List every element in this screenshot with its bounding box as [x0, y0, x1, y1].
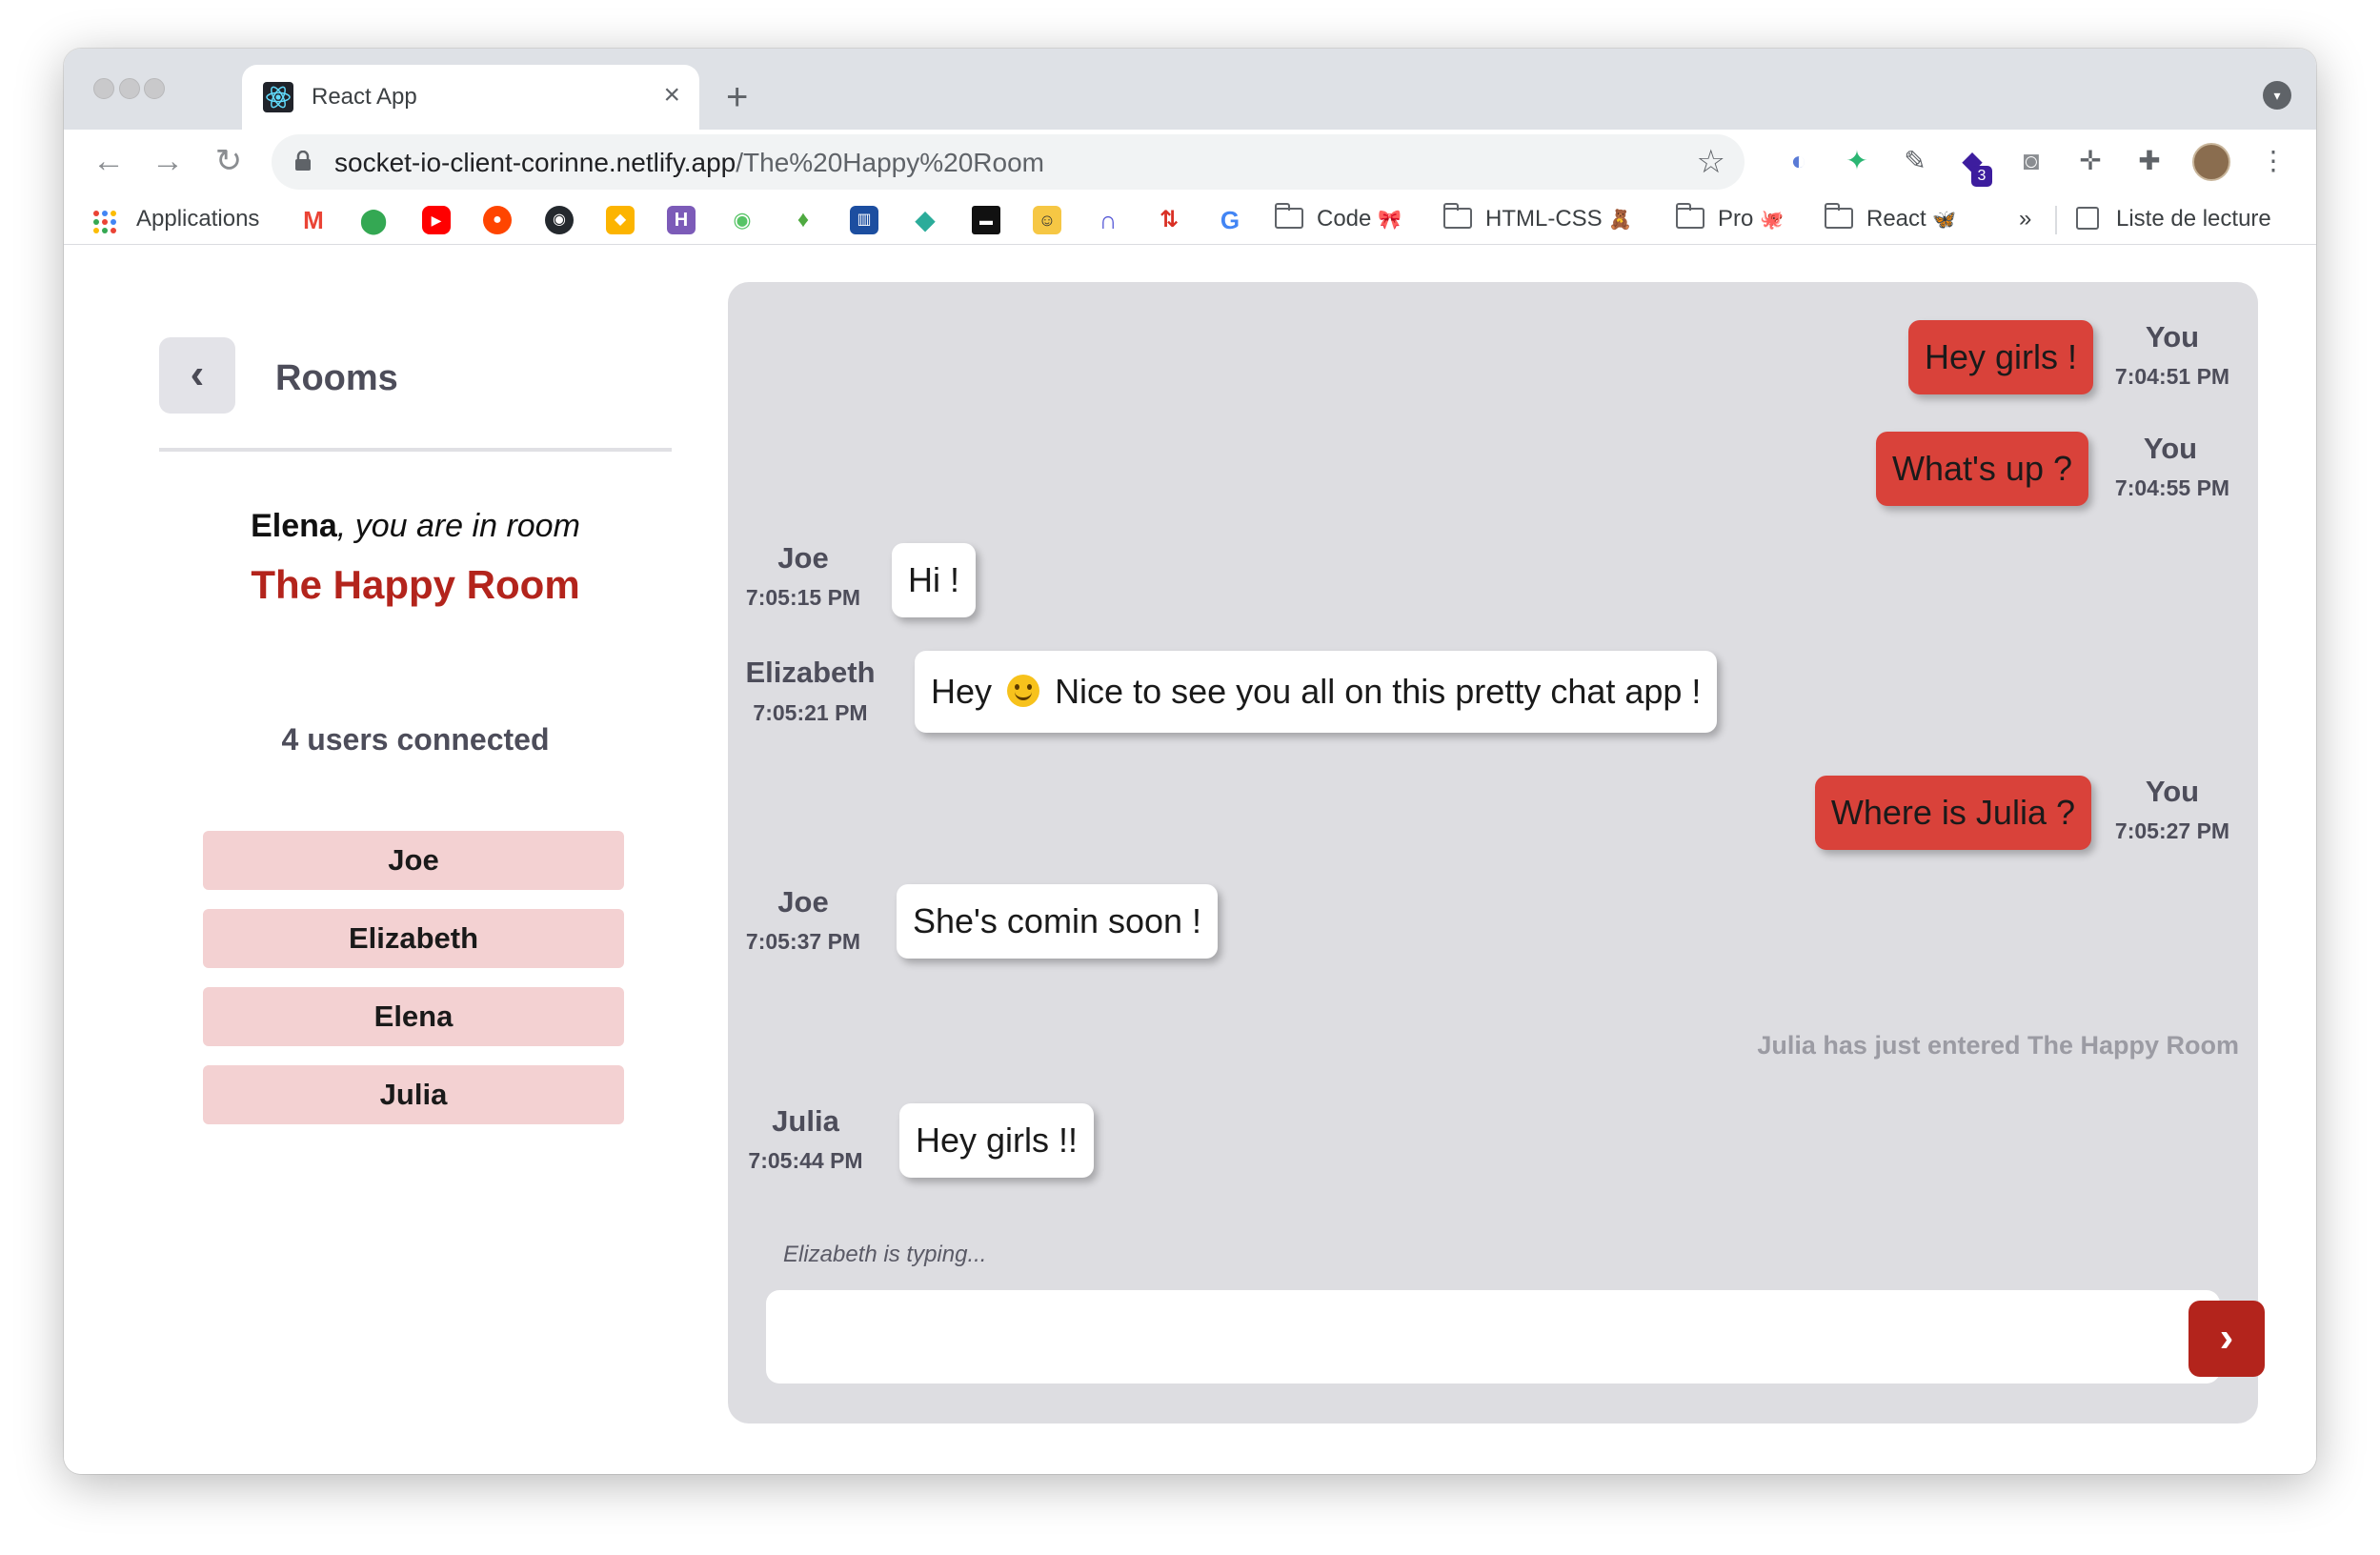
zoom-window-button[interactable] — [144, 78, 165, 99]
address-bar[interactable]: socket-io-client-corinne.netlify.app/The… — [272, 134, 1745, 190]
maps-pin-icon[interactable]: ⬤ — [359, 206, 388, 234]
heroku-icon[interactable]: H — [667, 206, 696, 234]
bookmarks-bar: Applications M ⬤ ▶ ● ◉ ◆ H ◉ ♦ ▥ ◆ ▬ ☺ ∩… — [64, 192, 2316, 245]
message-time: 7:05:44 PM — [748, 1148, 863, 1173]
diamond-icon[interactable]: ◆ — [911, 206, 939, 234]
github-icon[interactable]: ◉ — [545, 206, 574, 234]
chat-panel: Hey girls ! You 7:04:51 PM What's up ? Y… — [728, 282, 2265, 1424]
bookmark-folder-pro[interactable]: Pro 🐙 — [1676, 202, 1784, 236]
message-sender: Joe — [777, 541, 829, 575]
reddit-icon[interactable]: ● — [483, 206, 512, 234]
user-item: Julia — [203, 1065, 624, 1124]
extensions-puzzle-icon[interactable]: ✚ — [2131, 143, 2168, 179]
extension-badge: 3 — [1971, 166, 1992, 187]
page-content: ‹ Rooms Elena, you are in room The Happy… — [64, 246, 2316, 1474]
tab-bar: React App × + ▾ — [64, 49, 2316, 130]
message-sender: Joe — [777, 885, 829, 919]
browser-menu-icon[interactable]: ⋮ — [2255, 143, 2291, 179]
react-icon — [263, 82, 293, 112]
extension-bird-icon[interactable]: ✦ — [1839, 143, 1875, 179]
rooms-title: Rooms — [275, 358, 398, 398]
bookmarks-overflow-icon[interactable]: » — [2019, 202, 2031, 236]
green-dot-icon[interactable]: ◉ — [728, 206, 756, 234]
dashboard-icon[interactable]: ▥ — [850, 206, 878, 234]
message-sender: You — [2143, 432, 2198, 465]
airtable-icon[interactable]: ◆ — [606, 206, 635, 234]
folder-icon — [1443, 203, 1472, 229]
forward-arrow-icon[interactable]: → — [144, 137, 192, 185]
folder-icon — [1825, 203, 1853, 229]
browser-window: React App × + ▾ ← → ↻ socket-io-client-c… — [64, 49, 2316, 1474]
camera-icon[interactable]: ◙ — [2013, 143, 2049, 179]
message-bubble-other: She's comin soon ! — [897, 884, 1219, 959]
chevron-right-icon: › — [2219, 1314, 2234, 1361]
message-bubble-mine: Hey girls ! — [1907, 320, 2093, 394]
message-sender: Elizabeth — [745, 656, 876, 689]
user-item: Elena — [203, 987, 624, 1046]
active-tab[interactable]: React App × — [242, 65, 699, 130]
gmail-icon[interactable]: M — [299, 206, 328, 234]
measure-icon[interactable]: ✛ — [2072, 143, 2108, 179]
apps-grid-icon[interactable] — [92, 210, 117, 234]
message-bubble-other: Hey Nice to see you all on this pretty c… — [915, 651, 1718, 733]
lock-icon — [295, 151, 311, 171]
message-time: 7:04:51 PM — [2114, 364, 2230, 389]
system-message: Julia has just entered The Happy Room — [1757, 1031, 2239, 1060]
eyedropper-icon[interactable]: ✎ — [1897, 143, 1933, 179]
room-name: The Happy Room — [251, 562, 580, 607]
reload-icon[interactable]: ↻ — [205, 137, 252, 185]
users-connected-count: 4 users connected — [281, 722, 550, 757]
google-icon[interactable]: G — [1216, 206, 1244, 234]
face-icon[interactable]: ☺ — [1033, 206, 1061, 234]
tab-search-icon[interactable]: ▾ — [2263, 81, 2291, 110]
mongodb-leaf-icon[interactable]: ♦ — [789, 206, 817, 234]
minimize-window-button[interactable] — [119, 78, 140, 99]
message-bubble-mine: What's up ? — [1876, 432, 2088, 506]
message-sender: You — [2145, 775, 2200, 808]
message-time: 7:04:55 PM — [2114, 475, 2230, 500]
message-time: 7:05:27 PM — [2114, 818, 2230, 843]
room-greeting: Elena, you are in room — [251, 508, 580, 544]
youtube-icon[interactable]: ▶ — [422, 206, 451, 234]
typing-indicator: Elizabeth is typing... — [783, 1242, 987, 1267]
message-sender: You — [2145, 320, 2200, 353]
message-bubble-mine: Where is Julia ? — [1814, 776, 2091, 850]
bookmark-star-icon[interactable]: ☆ — [1697, 144, 1725, 180]
bookmarks-divider — [2055, 206, 2057, 234]
user-item: Elizabeth — [203, 909, 624, 968]
browser-toolbar: ← → ↻ socket-io-client-corinne.netlify.a… — [64, 130, 2316, 192]
message-time: 7:05:15 PM — [745, 585, 861, 610]
user-item: Joe — [203, 831, 624, 890]
reading-list-icon — [2076, 207, 2099, 230]
message-bubble-other: Hey girls !! — [899, 1103, 1095, 1178]
chevron-left-icon: ‹ — [190, 351, 205, 397]
terminal-icon[interactable]: ▬ — [972, 206, 1000, 234]
folder-icon — [1676, 203, 1704, 229]
message-time: 7:05:21 PM — [753, 700, 868, 725]
tab-title: React App — [312, 84, 417, 110]
url-text: socket-io-client-corinne.netlify.app/The… — [334, 148, 1044, 177]
arrows-icon[interactable]: ⇅ — [1155, 206, 1183, 234]
bookmark-applications[interactable]: Applications — [136, 202, 259, 236]
reading-list[interactable]: Liste de lecture — [2076, 202, 2271, 236]
back-arrow-icon[interactable]: ← — [85, 137, 132, 185]
extension-opera-icon[interactable]: ◐ — [1781, 143, 1817, 179]
back-to-rooms-button[interactable]: ‹ — [159, 337, 235, 414]
bookmark-folder-react[interactable]: React 🦋 — [1825, 202, 1956, 236]
arch-icon[interactable]: ∩ — [1094, 206, 1122, 234]
new-tab-button[interactable]: + — [726, 76, 748, 118]
message-sender: Julia — [772, 1104, 839, 1138]
smiley-emoji-icon — [1007, 675, 1040, 707]
send-button[interactable]: › — [2188, 1301, 2265, 1377]
sidebar-divider — [159, 448, 672, 452]
bookmark-folder-code[interactable]: Code 🎀 — [1275, 202, 1402, 236]
message-bubble-other: Hi ! — [892, 543, 976, 617]
message-time: 7:05:37 PM — [745, 929, 861, 954]
close-window-button[interactable] — [93, 78, 114, 99]
profile-avatar[interactable] — [2192, 143, 2230, 181]
close-tab-icon[interactable]: × — [663, 78, 680, 112]
bookmark-folder-html-css[interactable]: HTML-CSS 🧸 — [1443, 202, 1632, 236]
message-input[interactable] — [766, 1290, 2220, 1383]
folder-icon — [1275, 203, 1303, 229]
